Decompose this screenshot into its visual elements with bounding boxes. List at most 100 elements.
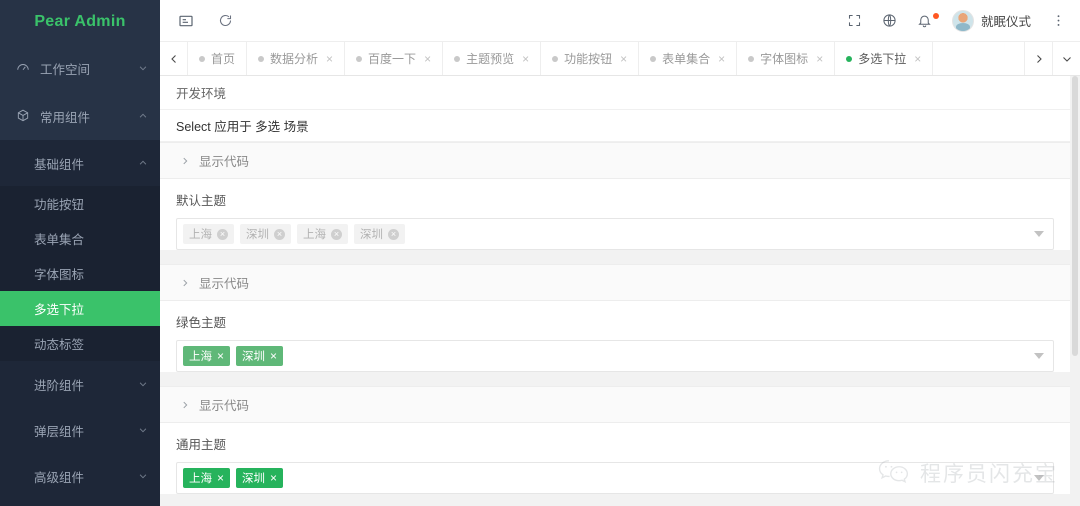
tabs-scroll-left-button[interactable] — [160, 42, 188, 75]
section-label: 绿色主题 — [176, 316, 227, 330]
tab-baidu[interactable]: 百度一下 × — [345, 42, 444, 75]
tag-item[interactable]: 上海 × — [297, 224, 348, 244]
brand-logo: Pear Admin — [34, 13, 126, 30]
tag-item[interactable]: 上海 × — [183, 224, 234, 244]
sidebar-item-advanced-components[interactable]: 进阶组件 — [0, 361, 160, 407]
tab-data-analysis[interactable]: 数据分析 × — [247, 42, 346, 75]
tag-label: 深圳 — [360, 229, 383, 241]
dashboard-icon — [14, 59, 32, 77]
tab-theme-preview[interactable]: 主题预览 × — [443, 42, 542, 75]
tab-close-icon[interactable]: × — [914, 53, 921, 65]
sidebar-item-basic-components[interactable]: 基础组件 — [0, 140, 160, 186]
sidebar-item-label: 弹层组件 — [34, 424, 85, 439]
show-code-toggle-3[interactable]: 显示代码 — [160, 386, 1070, 423]
top-header: 就眠仪式 — [160, 0, 1080, 42]
tab-font-icons[interactable]: 字体图标 × — [737, 42, 836, 75]
globe-icon[interactable] — [882, 13, 897, 28]
chevron-down-icon[interactable] — [1034, 231, 1044, 237]
multi-select-universal[interactable]: 上海 × 深圳 × — [176, 462, 1054, 494]
tab-label: 功能按钮 — [564, 52, 613, 66]
tag-label: 上海 — [303, 229, 326, 241]
sidebar-item-function-button[interactable]: 功能按钮 — [0, 186, 160, 221]
tab-status-dot — [356, 55, 363, 62]
more-vertical-icon[interactable] — [1051, 13, 1066, 28]
tag-close-icon[interactable]: × — [217, 350, 224, 362]
show-code-label: 显示代码 — [199, 399, 250, 413]
multi-select-green[interactable]: 上海 × 深圳 × — [176, 340, 1054, 372]
tab-bar: 首页 数据分析 × 百度一下 × 主题预览 × 功能按钮 × 表单集合 × 字体… — [160, 42, 1080, 76]
bell-icon[interactable] — [917, 13, 939, 28]
menu-collapse-icon[interactable] — [178, 13, 194, 29]
tab-status-dot — [258, 55, 265, 62]
sidebar-item-workspace[interactable]: 工作空间 — [0, 44, 160, 92]
sidebar-item-form-collection[interactable]: 表单集合 — [0, 221, 160, 256]
show-code-toggle-1[interactable]: 显示代码 — [160, 142, 1070, 179]
sidebar-item-label: 工作空间 — [40, 62, 91, 77]
intro-panel: 开发环境 Select 应用于 多选 场景 — [160, 76, 1070, 142]
tag-item[interactable]: 深圳 × — [354, 224, 405, 244]
tab-close-icon[interactable]: × — [620, 53, 627, 65]
tag-item[interactable]: 深圳 × — [236, 468, 284, 488]
tag-item[interactable]: 上海 × — [183, 346, 231, 366]
tag-close-icon[interactable]: × — [217, 228, 228, 240]
tab-close-icon[interactable]: × — [522, 53, 529, 65]
chevron-down-icon[interactable] — [1034, 353, 1044, 359]
avatar — [951, 9, 974, 32]
chevron-right-icon — [180, 400, 190, 410]
tab-home[interactable]: 首页 — [188, 42, 248, 75]
sidebar-item-multi-select[interactable]: 多选下拉 — [0, 291, 160, 326]
tag-item[interactable]: 深圳 × — [236, 346, 284, 366]
tabs-scroll-right-button[interactable] — [1024, 42, 1052, 75]
scrollbar-thumb[interactable] — [1072, 76, 1078, 356]
tag-close-icon[interactable]: × — [388, 228, 399, 240]
sidebar-item-layer-components[interactable]: 弹层组件 — [0, 407, 160, 453]
tag-close-icon[interactable]: × — [331, 228, 342, 240]
sidebar-item-senior-components[interactable]: 高级组件 — [0, 453, 160, 499]
refresh-icon[interactable] — [218, 13, 233, 28]
content-scrollbar[interactable] — [1072, 76, 1078, 506]
tab-label: 主题预览 — [466, 52, 515, 66]
tag-label: 上海 — [189, 229, 212, 241]
sidebar-item-label: 基础组件 — [34, 157, 85, 172]
tab-label: 表单集合 — [662, 52, 711, 66]
tag-close-icon[interactable]: × — [217, 472, 224, 484]
tab-function-button[interactable]: 功能按钮 × — [541, 42, 640, 75]
tag-close-icon[interactable]: × — [270, 350, 277, 362]
sidebar-item-label: 高级组件 — [34, 470, 85, 485]
tab-close-icon[interactable]: × — [326, 53, 333, 65]
header-right-tools: 就眠仪式 — [847, 9, 1080, 32]
sidebar-item-other-components[interactable]: 其他组件 — [0, 499, 160, 506]
tab-multi-select[interactable]: 多选下拉 × — [835, 42, 934, 75]
user-menu[interactable]: 就眠仪式 — [951, 9, 1031, 32]
tag-item[interactable]: 深圳 × — [240, 224, 291, 244]
tab-close-icon[interactable]: × — [424, 53, 431, 65]
multi-select-default[interactable]: 上海 × 深圳 × 上海 × 深圳 × — [176, 218, 1054, 250]
chevron-right-icon — [180, 278, 190, 288]
sidebar-item-dynamic-tags[interactable]: 动态标签 — [0, 326, 160, 361]
content-scroller: 开发环境 Select 应用于 多选 场景 显示代码 默认主题 上海 × 深圳 … — [160, 76, 1080, 506]
show-code-toggle-2[interactable]: 显示代码 — [160, 264, 1070, 301]
chevron-down-icon — [132, 471, 154, 481]
main-area: 就眠仪式 首页 数据分析 × 百度一下 × 主题预览 × 功能按钮 × 表单集合… — [160, 0, 1080, 506]
sidebar-item-font-icons[interactable]: 字体图标 — [0, 256, 160, 291]
tab-label: 首页 — [211, 52, 236, 66]
tab-close-icon[interactable]: × — [816, 53, 823, 65]
fullscreen-icon[interactable] — [847, 13, 862, 28]
tab-status-dot — [199, 55, 205, 62]
tab-form-collection[interactable]: 表单集合 × — [639, 42, 738, 75]
chevron-down-icon[interactable] — [1034, 475, 1044, 481]
tag-close-icon[interactable]: × — [274, 228, 285, 240]
username: 就眠仪式 — [980, 15, 1031, 29]
tab-label: 百度一下 — [368, 52, 417, 66]
tab-close-icon[interactable]: × — [718, 53, 725, 65]
tag-item[interactable]: 上海 × — [183, 468, 231, 488]
section-default-theme: 默认主题 上海 × 深圳 × 上海 × 深圳 × — [160, 179, 1070, 250]
tag-close-icon[interactable]: × — [270, 472, 277, 484]
tag-label: 上海 — [189, 351, 212, 363]
section-label: 默认主题 — [176, 194, 227, 208]
tabs-scroll-container: 首页 数据分析 × 百度一下 × 主题预览 × 功能按钮 × 表单集合 × 字体… — [188, 42, 1024, 75]
tab-status-dot — [454, 55, 461, 62]
sidebar-item-common-components[interactable]: 常用组件 — [0, 92, 160, 140]
app-root: Pear Admin 工作空间 常用组件 基础组件 功能按钮 表单集合 字体图标… — [0, 0, 1080, 506]
tabs-dropdown-button[interactable] — [1052, 42, 1080, 75]
